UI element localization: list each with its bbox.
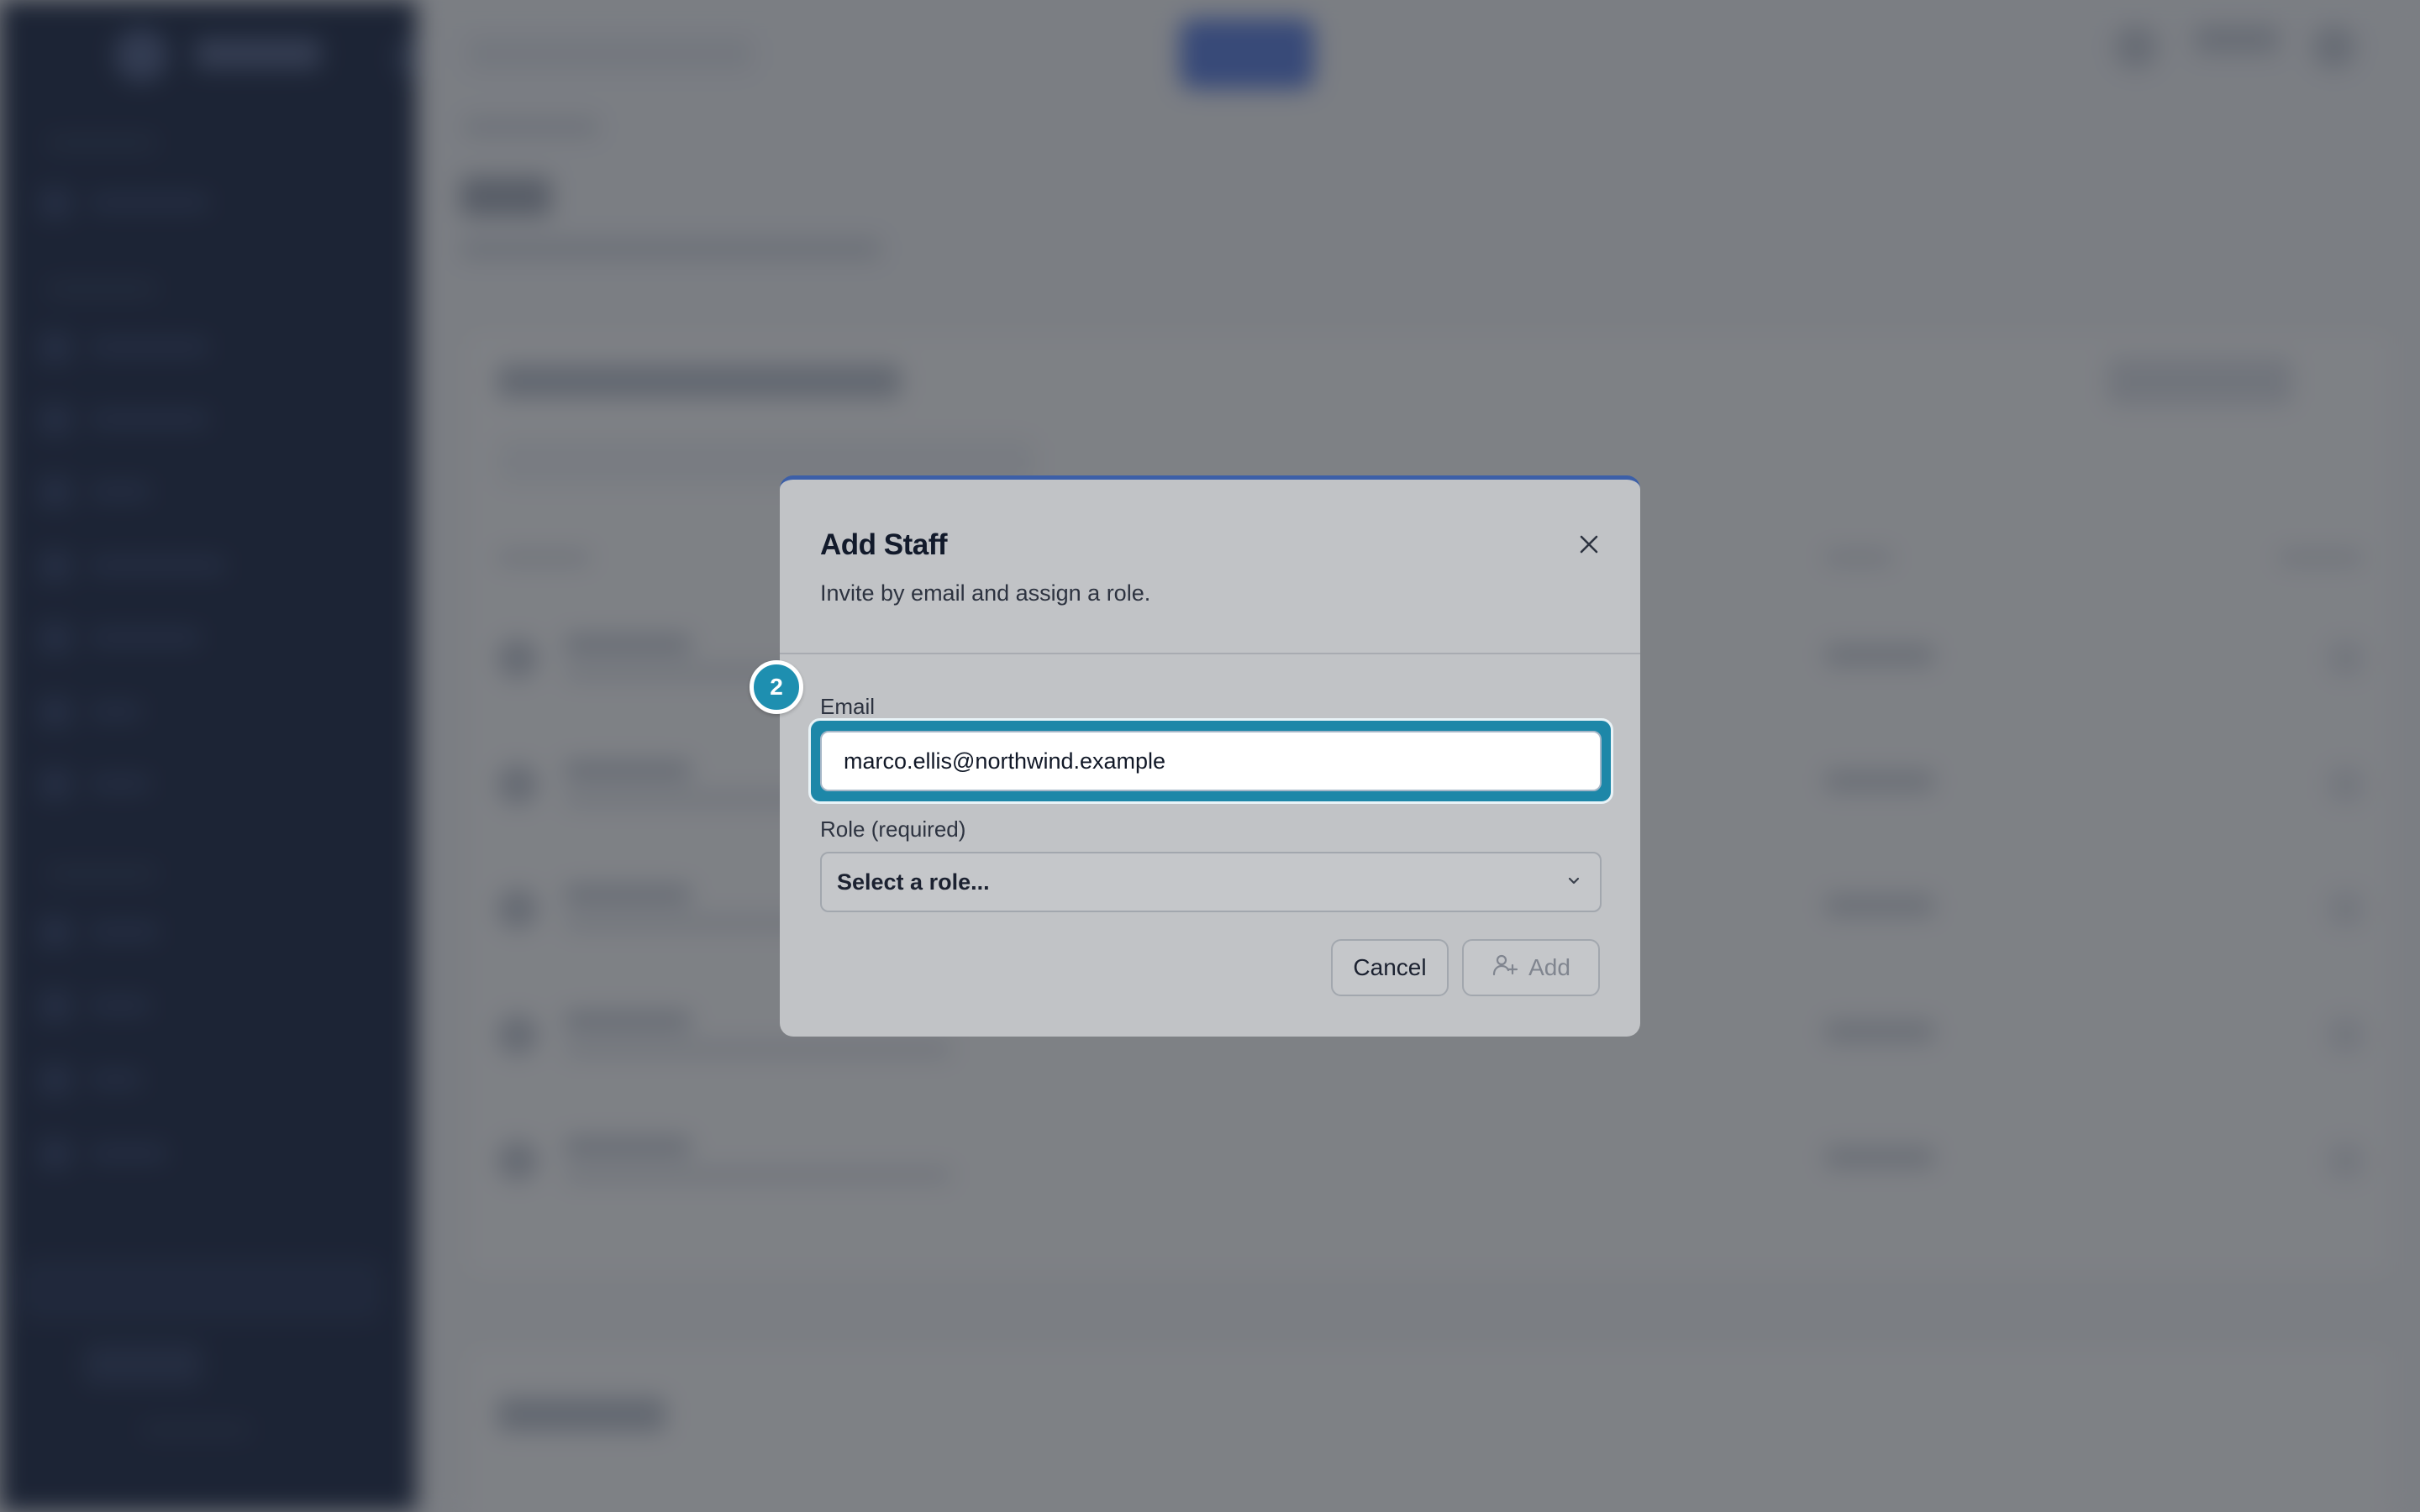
chevron-down-icon bbox=[1565, 871, 1583, 894]
add-button-label: Add bbox=[1528, 954, 1570, 980]
email-field[interactable] bbox=[820, 731, 1602, 791]
dialog-subtitle: Invite by email and assign a role. bbox=[820, 580, 1151, 606]
role-select[interactable]: Select a role... bbox=[820, 852, 1602, 912]
role-select-value: Select a role... bbox=[837, 869, 990, 895]
close-button[interactable] bbox=[1575, 532, 1603, 560]
add-button[interactable]: Add bbox=[1462, 939, 1600, 996]
role-label: Role (required) bbox=[820, 816, 966, 842]
dialog-title: Add Staff bbox=[820, 528, 948, 561]
email-label: Email bbox=[820, 694, 876, 719]
dialog-divider bbox=[780, 653, 1640, 654]
user-plus-icon bbox=[1491, 952, 1518, 984]
cancel-button[interactable]: Cancel bbox=[1331, 939, 1449, 996]
step-badge: 2 bbox=[750, 660, 803, 714]
close-icon bbox=[1578, 533, 1600, 559]
